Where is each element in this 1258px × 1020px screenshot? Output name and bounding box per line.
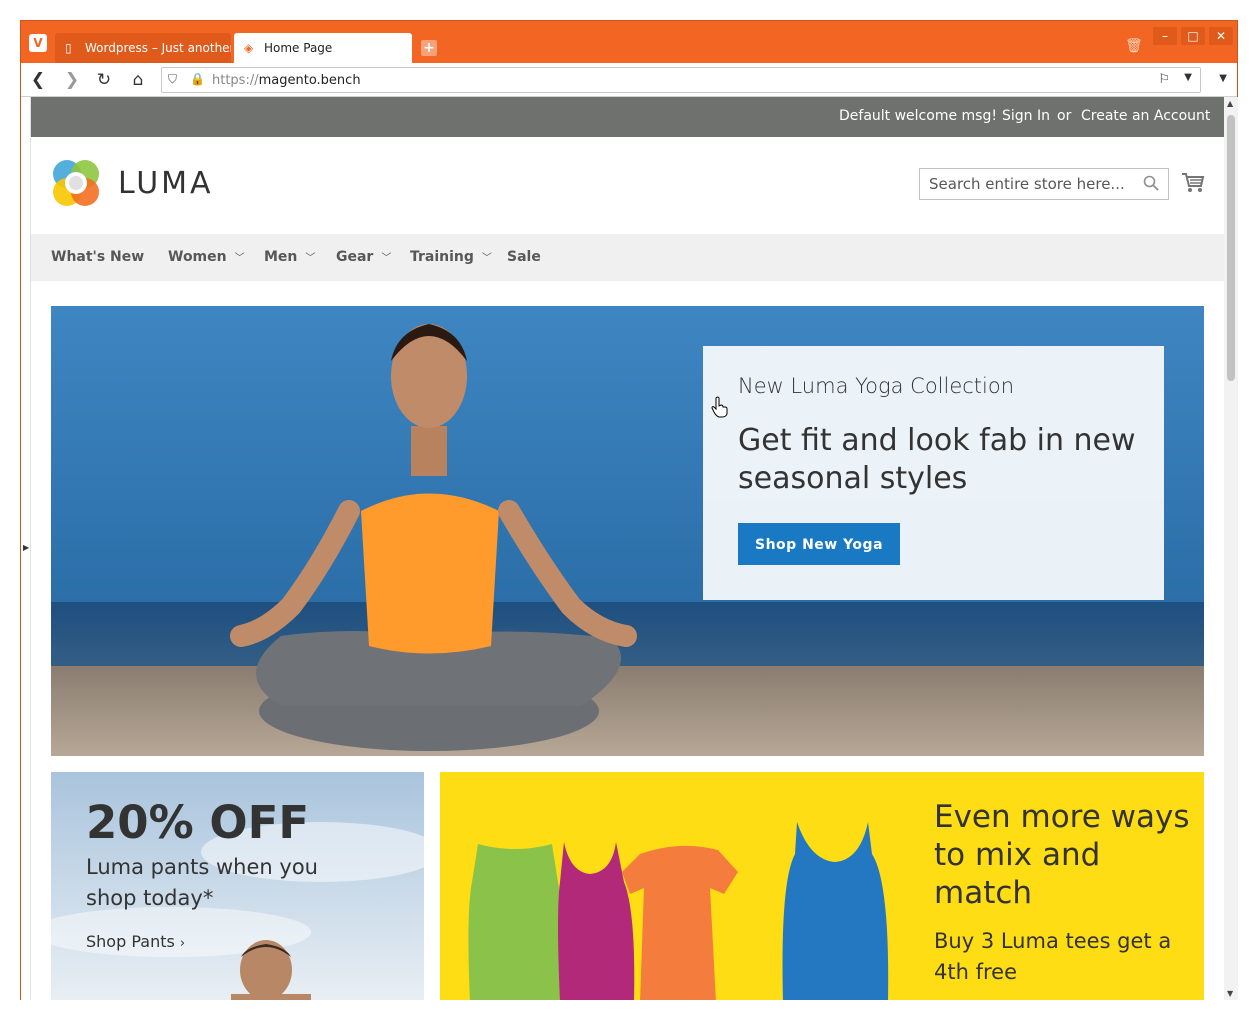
magento-favicon-icon: ◈ <box>244 41 254 55</box>
promo-pants-headline: 20% OFF <box>86 796 310 849</box>
luma-logo-icon[interactable] <box>51 158 101 208</box>
nav-label: Men <box>264 249 298 265</box>
cart-icon[interactable] <box>1181 172 1205 194</box>
site-header: LUMA <box>31 137 1224 234</box>
minimize-icon[interactable]: – <box>1153 27 1177 45</box>
nav-label: Gear <box>336 249 374 265</box>
tab-wordpress[interactable]: ▯ Wordpress – Just another <box>55 33 231 63</box>
welcome-message: Default welcome msg! <box>839 108 997 124</box>
nav-item-whats-new[interactable]: What's New <box>51 249 144 265</box>
lock-icon[interactable]: 🔒 <box>190 72 205 86</box>
tab-label: Wordpress – Just another <box>85 41 231 55</box>
or-text: or <box>1057 108 1072 124</box>
nav-item-women[interactable]: Women ﹀ <box>168 249 245 265</box>
promo-tees-text: Buy 3 Luma tees get a 4th free <box>934 929 1172 984</box>
home-icon[interactable]: ⌂ <box>127 69 149 91</box>
tab-home-page[interactable]: ◈ Home Page <box>234 33 412 63</box>
maximize-icon[interactable]: □ <box>1181 27 1205 45</box>
search-input[interactable] <box>920 169 1140 199</box>
hero-content-card: New Luma Yoga Collection Get fit and loo… <box>703 346 1164 600</box>
address-toolbar: ❮ ❯ ↻ ⌂ ⛉ 🔒 https://magento.bench ⚐ ▼ ▼ <box>21 63 1237 97</box>
url-dropdown-icon[interactable]: ▼ <box>1184 72 1192 83</box>
forward-icon[interactable]: ❯ <box>61 69 83 91</box>
luma-logo-text[interactable]: LUMA <box>118 166 214 201</box>
chevron-down-icon: ﹀ <box>381 253 392 264</box>
promo-pants-text: Luma pants when you shop today* <box>86 855 318 910</box>
nav-item-training[interactable]: Training ﹀ <box>410 249 492 265</box>
scroll-down-arrow-icon[interactable]: ▼ <box>1227 989 1233 998</box>
chevron-down-icon: ﹀ <box>481 253 492 264</box>
chevron-down-icon: ﹀ <box>305 253 316 264</box>
nav-label: Training <box>410 249 474 265</box>
search-box[interactable] <box>919 168 1169 200</box>
tab-label: Home Page <box>264 41 333 55</box>
nav-label: Sale <box>507 249 541 265</box>
scroll-up-arrow-icon[interactable]: ▲ <box>1227 99 1233 108</box>
hero-subtitle: New Luma Yoga Collection <box>738 374 1015 398</box>
nav-item-gear[interactable]: Gear ﹀ <box>336 249 391 265</box>
new-tab-button[interactable]: + <box>421 40 437 56</box>
url-text[interactable]: https://magento.bench <box>212 73 361 88</box>
promo-pants-block[interactable]: 20% OFF Luma pants when you shop today* … <box>51 772 424 1000</box>
chevron-right-icon: › <box>179 936 186 951</box>
bookmark-icon[interactable]: ⚐ <box>1158 72 1170 87</box>
create-account-link[interactable]: Create an Account <box>1081 108 1210 124</box>
trash-icon[interactable]: 🗑 <box>1125 38 1143 54</box>
reload-icon[interactable]: ↻ <box>93 69 115 91</box>
hero-banner[interactable]: New Luma Yoga Collection Get fit and loo… <box>51 306 1204 756</box>
shop-new-yoga-button[interactable]: Shop New Yoga <box>738 523 901 565</box>
hero-title: Get fit and look fab in new seasonal sty… <box>738 423 1136 496</box>
sign-in-link[interactable]: Sign In <box>1002 108 1050 124</box>
nav-label: What's New <box>51 249 145 265</box>
vivaldi-menu-icon[interactable]: V <box>29 34 47 52</box>
shield-icon[interactable]: ⛉ <box>168 72 177 87</box>
nav-label: Women <box>168 249 227 265</box>
shop-pants-link[interactable]: Shop Pants › <box>86 932 185 951</box>
expand-arrow-icon: ▶ <box>23 543 30 552</box>
promo-tees-headline: Even more ways to mix and match <box>934 799 1190 911</box>
nav-item-men[interactable]: Men ﹀ <box>264 249 315 265</box>
tab-bar: V ▯ Wordpress – Just another ◈ Home Page… <box>21 21 1237 63</box>
url-field[interactable]: ⛉ 🔒 https://magento.bench ⚐ ▼ <box>161 67 1201 93</box>
browser-window: V ▯ Wordpress – Just another ◈ Home Page… <box>20 20 1238 1000</box>
url-protocol: https:// <box>212 73 259 88</box>
main-navigation: What's New Women ﹀ Men ﹀ Gear ﹀ Training ﹀ S… <box>31 234 1224 281</box>
back-icon[interactable]: ❮ <box>27 69 49 91</box>
chevron-down-icon: ﹀ <box>234 253 245 264</box>
scrollbar-thumb[interactable] <box>1227 115 1235 381</box>
header-panel: Default welcome msg! Sign In or Create a… <box>31 97 1224 137</box>
search-icon[interactable] <box>1143 175 1159 191</box>
side-panel-toggle[interactable]: ▶ <box>21 97 31 1000</box>
nav-item-sale[interactable]: Sale <box>507 249 541 265</box>
toolbar-menu-icon[interactable]: ▼ <box>1219 73 1227 84</box>
url-host: magento.bench <box>258 73 361 88</box>
hand-cursor-icon <box>711 396 728 418</box>
page-viewport: Default welcome msg! Sign In or Create a… <box>31 97 1224 1000</box>
page-scrollbar[interactable]: ▲ ▼ <box>1224 97 1238 1000</box>
promo-tees-block[interactable]: Even more ways to mix and match Buy 3 Lu… <box>440 772 1204 1000</box>
page-icon: ▯ <box>65 41 72 55</box>
shop-pants-label: Shop Pants <box>86 932 175 951</box>
close-icon[interactable]: ✕ <box>1209 27 1233 45</box>
